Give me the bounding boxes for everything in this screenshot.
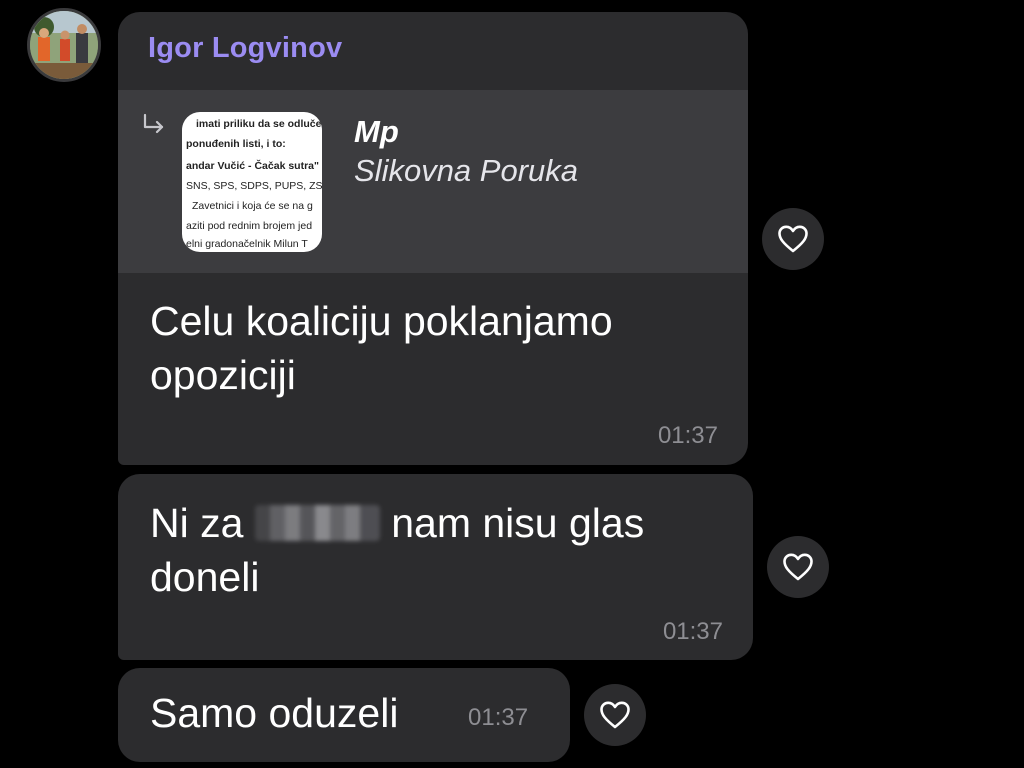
- thumbnail-text-line: imati priliku da se odluče: [196, 118, 322, 130]
- message-bubble[interactable]: Igor Logvinov imati priliku da se odluče…: [118, 12, 748, 465]
- heart-icon: [600, 701, 630, 729]
- quoted-image-thumbnail[interactable]: imati priliku da se odluče ponuđenih lis…: [182, 112, 322, 252]
- message-timestamp: 01:37: [657, 422, 718, 449]
- message-text: Samo oduzeli: [150, 690, 399, 736]
- thumbnail-text-line: elni gradonačelnik Milun T: [186, 238, 308, 250]
- thumbnail-text-line: SNS, SPS, SDPS, PUPS, ZS,: [186, 180, 322, 192]
- message-bubble[interactable]: Ni za nam nisu glas doneli 01:37: [118, 474, 753, 660]
- message-timestamp: 01:37: [468, 704, 529, 731]
- react-heart-button[interactable]: [584, 684, 646, 746]
- message-text-part: Ni za: [150, 500, 244, 546]
- redacted-word: [254, 505, 380, 541]
- react-heart-button[interactable]: [767, 536, 829, 598]
- avatar-photo-icon: [30, 11, 98, 79]
- reply-arrow-icon: [143, 113, 164, 134]
- quoted-sender: Mp: [354, 114, 399, 149]
- chat-screen: Igor Logvinov imati priliku da se odluče…: [0, 0, 1024, 768]
- heart-icon: [778, 225, 808, 253]
- message-bubble[interactable]: Samo oduzeli 01:37: [118, 668, 570, 762]
- message-text: Celu koaliciju poklanjamo opoziciji: [150, 298, 613, 398]
- heart-icon: [783, 553, 813, 581]
- thumbnail-text-line: andar Vučić - Čačak sutra": [186, 160, 319, 172]
- message-text: Ni za nam nisu glas doneli: [150, 496, 720, 604]
- thumbnail-text-line: Zavetnici i koja će se na g: [192, 200, 313, 212]
- react-heart-button[interactable]: [762, 208, 824, 270]
- message-timestamp: 01:37: [662, 618, 723, 645]
- sender-avatar[interactable]: [27, 8, 101, 82]
- quoted-message[interactable]: imati priliku da se odluče ponuđenih lis…: [118, 90, 748, 273]
- sender-name[interactable]: Igor Logvinov: [148, 32, 342, 65]
- thumbnail-text-line: aziti pod rednim brojem jed: [186, 220, 313, 232]
- thumbnail-text-line: ponuđenih listi, i to:: [186, 138, 286, 150]
- quoted-message-type: Slikovna Poruka: [354, 153, 579, 188]
